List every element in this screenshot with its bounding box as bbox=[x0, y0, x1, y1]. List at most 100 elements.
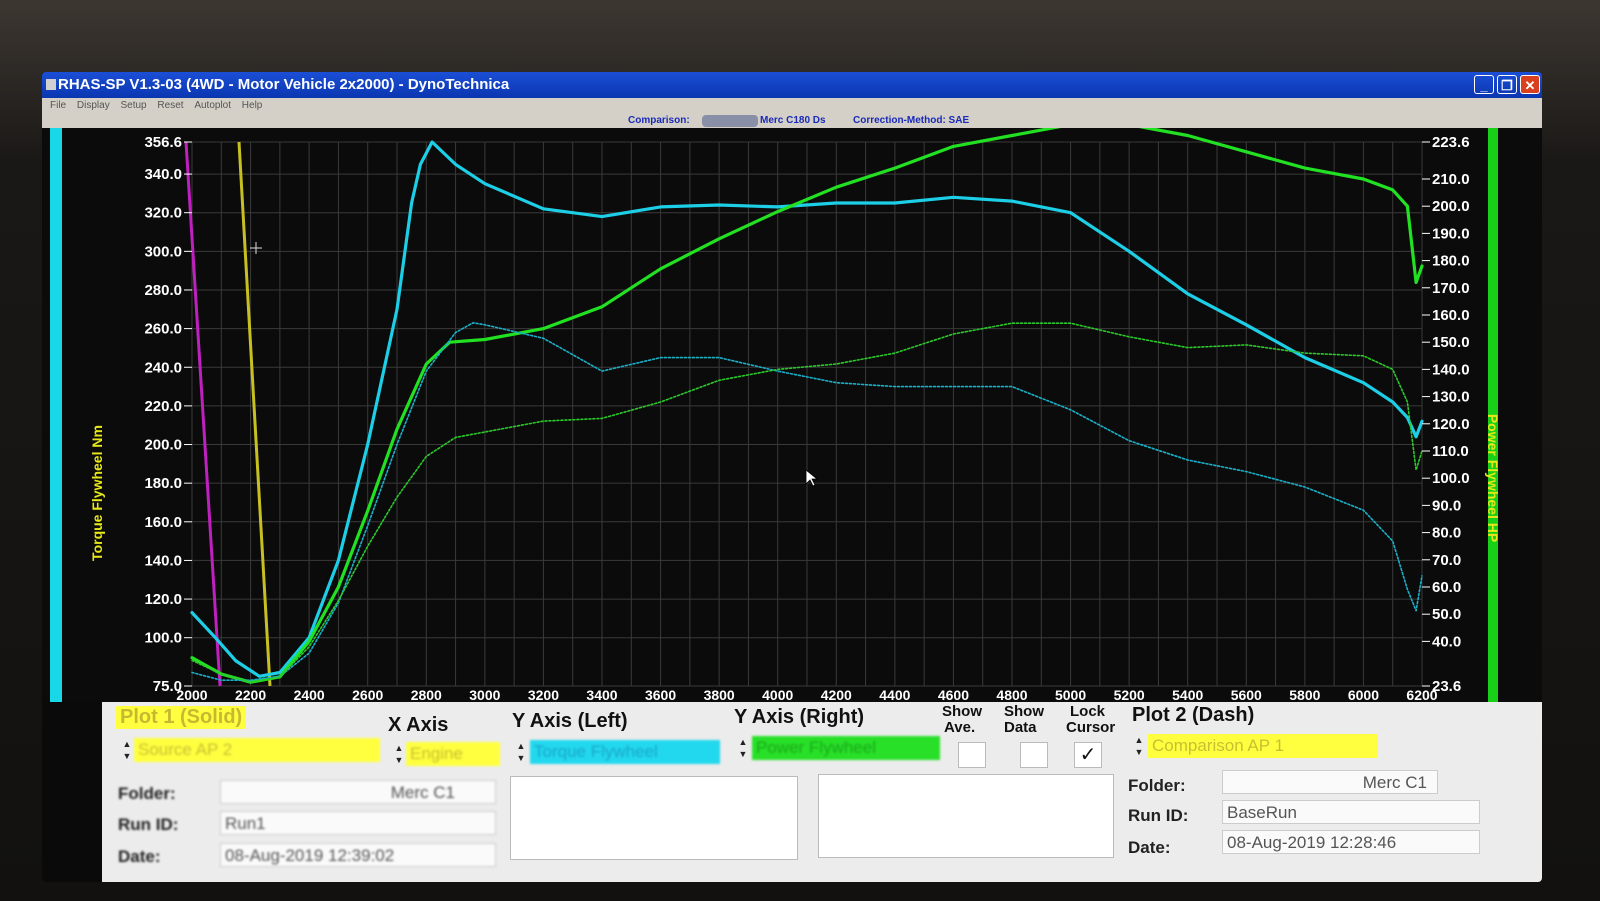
y-left-tick-label: 140.0 bbox=[144, 552, 182, 569]
x-tick-label: 3800 bbox=[704, 687, 735, 702]
y-left-tick-label: 240.0 bbox=[144, 359, 182, 376]
plot1-folder-label: Folder: bbox=[118, 784, 176, 803]
minimize-icon[interactable]: _ bbox=[1474, 75, 1494, 94]
y-axis-right-spinner[interactable]: ▲ ▼ bbox=[738, 736, 748, 760]
plot1-runid-label: Run ID: bbox=[118, 815, 179, 834]
control-panel: Plot 1 (Solid) ▲ ▼ Source AP 2 Folder: Me… bbox=[102, 702, 1542, 882]
maximize-icon[interactable]: ❐ bbox=[1497, 75, 1517, 94]
y-axis-right-readout bbox=[818, 774, 1114, 858]
y-right-tick-label: 140.0 bbox=[1432, 361, 1470, 378]
window-title: RHAS-SP V1.3-03 (4WD - Motor Vehicle 2x2… bbox=[58, 76, 510, 93]
plot1-runid-field[interactable]: Run1 bbox=[220, 811, 496, 835]
x-tick-label: 3000 bbox=[469, 687, 500, 702]
app-window: RHAS-SP V1.3-03 (4WD - Motor Vehicle 2x2… bbox=[42, 72, 1542, 882]
y-left-tick-label: 300.0 bbox=[144, 243, 182, 260]
y-left-tick-label: 160.0 bbox=[144, 514, 182, 531]
menu-autoplot[interactable]: Autoplot bbox=[194, 100, 231, 111]
y-right-tick-label: 23.6 bbox=[1432, 678, 1461, 695]
y-left-tick-label: 356.6 bbox=[144, 134, 182, 151]
plot1-source-field[interactable]: Source AP 2 bbox=[134, 738, 380, 762]
y-right-tick-label: 90.0 bbox=[1432, 497, 1461, 514]
plot2-source-spinner[interactable]: ▲ ▼ bbox=[1134, 734, 1144, 758]
y-axis-right-field[interactable]: Power Flywheel bbox=[752, 736, 940, 760]
y-right-tick-label: 170.0 bbox=[1432, 280, 1470, 297]
y-right-tick-label: 150.0 bbox=[1432, 334, 1470, 351]
y-axis-left-field[interactable]: Torque Flywheel bbox=[530, 740, 720, 764]
plot2-folder-label: Folder: bbox=[1128, 776, 1186, 795]
plot1-date-field[interactable]: 08-Aug-2019 12:39:02 bbox=[220, 843, 496, 867]
menu-help[interactable]: Help bbox=[242, 100, 263, 111]
close-icon[interactable]: ✕ bbox=[1520, 75, 1540, 94]
menu-reset[interactable]: Reset bbox=[157, 100, 183, 111]
plot1-source-spinner[interactable]: ▲ ▼ bbox=[122, 738, 132, 762]
x-tick-label: 4200 bbox=[821, 687, 852, 702]
x-tick-label: 4600 bbox=[938, 687, 969, 702]
x-tick-label: 2600 bbox=[352, 687, 383, 702]
plot2-runid-field[interactable]: BaseRun bbox=[1222, 800, 1480, 824]
y-axis-left-label: Torque Flywheel Nm bbox=[89, 425, 105, 561]
comparison-redacted bbox=[702, 115, 758, 127]
y-axis-left-spinner[interactable]: ▲ ▼ bbox=[516, 740, 526, 764]
x-tick-label: 3400 bbox=[586, 687, 617, 702]
x-tick-label: 5600 bbox=[1231, 687, 1262, 702]
show-ave-label-top: Show bbox=[942, 703, 982, 720]
x-tick-label: 6000 bbox=[1348, 687, 1379, 702]
lock-cursor-label-top: Lock bbox=[1070, 703, 1106, 720]
left-cyan-edge bbox=[50, 128, 62, 702]
y-right-tick-label: 190.0 bbox=[1432, 225, 1470, 242]
plot1-folder-field[interactable]: Merc C1 bbox=[220, 780, 496, 804]
x-tick-label: 4800 bbox=[996, 687, 1027, 702]
y-right-tick-label: 100.0 bbox=[1432, 470, 1470, 487]
y-left-tick-label: 220.0 bbox=[144, 398, 182, 415]
y-left-tick-label: 75.0 bbox=[153, 678, 182, 695]
y-right-tick-label: 80.0 bbox=[1432, 525, 1461, 542]
plot1-title: Plot 1 (Solid) bbox=[116, 706, 247, 729]
menu-file[interactable]: File bbox=[50, 100, 66, 111]
y-right-tick-label: 160.0 bbox=[1432, 307, 1470, 324]
plot2-folder-field[interactable]: Merc C1 bbox=[1222, 770, 1438, 794]
plot2-title: Plot 2 (Dash) bbox=[1132, 704, 1255, 726]
y-right-tick-label: 60.0 bbox=[1432, 579, 1461, 596]
menu-display[interactable]: Display bbox=[77, 100, 110, 111]
y-right-tick-label: 110.0 bbox=[1432, 443, 1469, 460]
lock-cursor-label-bottom: Cursor bbox=[1066, 719, 1116, 736]
x-tick-label: 2800 bbox=[411, 687, 442, 702]
plot2-date-field[interactable]: 08-Aug-2019 12:28:46 bbox=[1222, 830, 1480, 854]
x-tick-label: 5800 bbox=[1289, 687, 1320, 702]
comparison-bar: Comparison: Merc C180 Ds Correction-Meth… bbox=[42, 114, 1542, 128]
y-right-tick-label: 223.6 bbox=[1432, 134, 1470, 151]
lock-cursor-checkbox[interactable]: ✓ bbox=[1074, 742, 1102, 768]
menu-setup[interactable]: Setup bbox=[120, 100, 146, 111]
y-left-tick-label: 320.0 bbox=[144, 205, 182, 222]
x-axis-spinner[interactable]: ▲ ▼ bbox=[394, 742, 404, 766]
y-left-tick-label: 200.0 bbox=[144, 437, 182, 454]
show-ave-label-bottom: Ave. bbox=[944, 719, 976, 736]
x-tick-label: 4000 bbox=[762, 687, 793, 702]
plot2-source-field[interactable]: Comparison AP 1 bbox=[1148, 734, 1378, 758]
plot1-date-label: Date: bbox=[118, 847, 161, 866]
y-right-tick-label: 180.0 bbox=[1432, 253, 1470, 270]
comparison-label: Comparison: bbox=[628, 115, 690, 126]
menu-bar: File Display Setup Reset Autoplot Help bbox=[42, 98, 1542, 114]
show-ave-checkbox[interactable] bbox=[958, 742, 986, 768]
y-axis-left-readout bbox=[510, 776, 798, 860]
app-icon bbox=[46, 79, 56, 90]
y-right-tick-label: 40.0 bbox=[1432, 633, 1461, 650]
dyno-chart[interactable]: 2000 2200 2400 2600 2800 3000 3200 3400 3600 3800… bbox=[42, 128, 1542, 702]
y-left-tick-label: 100.0 bbox=[144, 630, 182, 647]
x-axis-field[interactable]: Engine bbox=[406, 742, 500, 766]
y-right-tick-label: 130.0 bbox=[1432, 389, 1470, 406]
y-right-tick-label: 210.0 bbox=[1432, 171, 1470, 188]
show-data-checkbox[interactable] bbox=[1020, 742, 1048, 768]
monitor-bezel: RHAS-SP V1.3-03 (4WD - Motor Vehicle 2x2… bbox=[0, 0, 1600, 901]
x-axis-title: X Axis bbox=[388, 714, 449, 736]
y-right-tick-label: 70.0 bbox=[1432, 552, 1461, 569]
x-tick-label: 5000 bbox=[1055, 687, 1086, 702]
x-tick-label: 4400 bbox=[879, 687, 910, 702]
y-left-tick-label: 280.0 bbox=[144, 282, 182, 299]
show-data-label-bottom: Data bbox=[1004, 719, 1037, 736]
y-axis-right-label: Power Flywheel HP bbox=[1485, 414, 1501, 542]
y-left-tick-label: 180.0 bbox=[144, 475, 182, 492]
y-left-tick-label: 120.0 bbox=[144, 591, 182, 608]
comparison-vehicle: Merc C180 Ds bbox=[760, 115, 826, 126]
